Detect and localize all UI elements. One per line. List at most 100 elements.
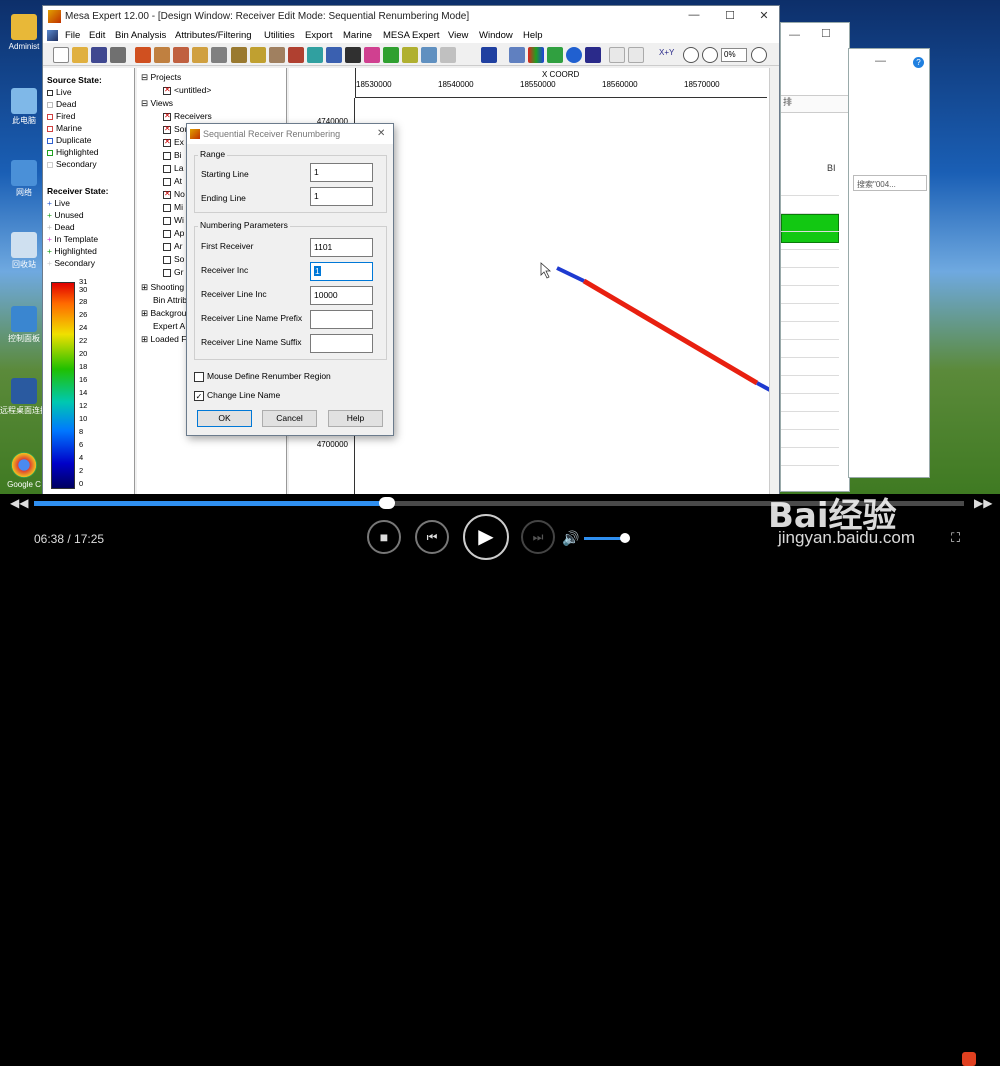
desktop-icon-google-chrome[interactable]: Google C — [0, 452, 48, 490]
menu-mesa-expert[interactable]: MESA Expert — [383, 30, 440, 41]
tree-node-projects[interactable]: ⊟ Projects — [141, 72, 181, 83]
layer-icon[interactable] — [250, 47, 266, 63]
next-button[interactable]: ⏭ — [521, 520, 555, 554]
rose-icon[interactable] — [547, 47, 563, 63]
help-icon[interactable]: ? — [913, 57, 924, 68]
vertical-scrollbar[interactable] — [769, 68, 779, 494]
volume-icon[interactable]: 🔊 — [562, 530, 579, 547]
desktop-icon-recycle-bin[interactable]: 回收站 — [0, 232, 48, 270]
xy-toggle-button[interactable]: X+Y — [659, 48, 674, 57]
menu-attributes-filtering[interactable]: Attributes/Filtering — [175, 30, 252, 41]
zoom-in-icon[interactable] — [702, 47, 718, 63]
bin-icon[interactable] — [231, 47, 247, 63]
play-button[interactable]: ▶ — [463, 514, 509, 560]
minimize-button[interactable]: — — [679, 9, 709, 25]
measure-icon[interactable] — [307, 47, 323, 63]
window-maximize-icon[interactable]: ☐ — [821, 27, 831, 40]
menu-edit[interactable]: Edit — [89, 30, 105, 41]
grid-icon[interactable] — [211, 47, 227, 63]
tree-view-item[interactable]: So — [163, 254, 184, 264]
menu-marine[interactable]: Marine — [343, 30, 372, 41]
menu-view[interactable]: View — [448, 30, 468, 41]
stop-button[interactable]: ■ — [367, 520, 401, 554]
maximize-button[interactable]: ☐ — [715, 9, 745, 25]
close-button[interactable]: ✕ — [749, 9, 779, 25]
tree-view-item[interactable]: Receivers — [163, 111, 212, 121]
tree-view-item[interactable]: La — [163, 163, 183, 173]
mouse-define-checkbox[interactable]: Mouse Define Renumber Region — [194, 371, 331, 382]
map-icon[interactable] — [585, 47, 601, 63]
tree-view-item[interactable]: Ap — [163, 228, 184, 238]
desktop-icon-control-panel[interactable]: 控制面板 — [0, 306, 48, 344]
receiver-inc-input[interactable]: 1 — [310, 262, 373, 281]
desktop-icon-this-pc[interactable]: 此电脑 — [0, 88, 48, 126]
globe-icon[interactable] — [566, 47, 582, 63]
histogram-icon[interactable] — [528, 47, 544, 63]
add-point-icon[interactable] — [509, 47, 525, 63]
ok-button[interactable]: OK — [197, 410, 252, 427]
desktop-icon-network[interactable]: 网络 — [0, 160, 48, 198]
window-minimize-icon[interactable]: — — [789, 29, 800, 41]
tree-node-background[interactable]: ⊞ Backgrou — [141, 308, 186, 319]
move-icon[interactable] — [383, 47, 399, 63]
tree-node-bin-attrib[interactable]: Bin Attrib — [153, 295, 187, 305]
cancel-button[interactable]: Cancel — [262, 410, 317, 427]
save-icon[interactable] — [91, 47, 107, 63]
tree-node-expert[interactable]: Expert A — [153, 321, 185, 331]
filter-icon[interactable] — [481, 47, 497, 63]
first-receiver-input[interactable]: 1101 — [310, 238, 373, 257]
window-minimize-icon[interactable]: — — [875, 55, 886, 67]
fast-forward-icon[interactable]: ▶▶ — [974, 496, 992, 510]
fold-icon[interactable] — [345, 47, 361, 63]
tree-view-item[interactable]: At — [163, 176, 182, 186]
tree-view-item[interactable]: Mi — [163, 202, 183, 212]
zoom-out-icon[interactable] — [683, 47, 699, 63]
open-icon[interactable] — [72, 47, 88, 63]
menu-help[interactable]: Help — [523, 30, 543, 41]
new-icon[interactable] — [53, 47, 69, 63]
desktop-icon-admin[interactable]: Administ — [0, 14, 48, 52]
tree-node-shooting[interactable]: ⊞ Shooting — [141, 282, 184, 293]
print-icon[interactable] — [110, 47, 126, 63]
polygon-icon[interactable] — [326, 47, 342, 63]
menu-bin-analysis[interactable]: Bin Analysis — [115, 30, 166, 41]
tree-view-item[interactable]: Ar — [163, 241, 183, 251]
template-edit-icon[interactable] — [173, 47, 189, 63]
draw-icon[interactable] — [288, 47, 304, 63]
desktop-icon-remote-desktop[interactable]: 远程桌面连接 — [0, 378, 48, 416]
rotate-icon[interactable] — [421, 47, 437, 63]
receiver-edit-icon[interactable] — [135, 47, 151, 63]
select-icon[interactable] — [440, 47, 456, 63]
menu-utilities[interactable]: Utilities — [264, 30, 295, 41]
menu-window[interactable]: Window — [479, 30, 513, 41]
change-line-name-checkbox[interactable]: ✓ Change Line Name — [194, 390, 280, 401]
search-input[interactable]: 搜索"004... — [853, 175, 927, 191]
tree-view-item[interactable]: Gr — [163, 267, 183, 277]
zoom-box-icon[interactable] — [628, 47, 644, 63]
receiver-line-inc-input[interactable]: 10000 — [310, 286, 373, 305]
suffix-input[interactable] — [310, 334, 373, 353]
tree-view-item[interactable]: Wi — [163, 215, 184, 225]
zoom-fit-icon[interactable] — [751, 47, 767, 63]
prefix-input[interactable] — [310, 310, 373, 329]
help-button[interactable]: Help — [328, 410, 383, 427]
rewind-icon[interactable]: ◀◀ — [10, 496, 28, 510]
dialog-close-button[interactable]: ✕ — [377, 128, 385, 139]
previous-button[interactable]: ⏮ — [415, 520, 449, 554]
source-edit-icon[interactable] — [154, 47, 170, 63]
starting-line-input[interactable]: 1 — [310, 163, 373, 182]
zoom-percent-input[interactable]: 0% — [721, 48, 747, 62]
menu-export[interactable]: Export — [305, 30, 332, 41]
progress-knob[interactable] — [379, 497, 396, 509]
tree-node-loaded[interactable]: ⊞ Loaded F — [141, 334, 186, 345]
snap-icon[interactable] — [402, 47, 418, 63]
tree-node-untitled[interactable]: <untitled> — [163, 85, 211, 95]
pan-icon[interactable] — [609, 47, 625, 63]
crop-icon[interactable] — [269, 47, 285, 63]
tree-view-item[interactable]: Bi — [163, 150, 182, 160]
ending-line-input[interactable]: 1 — [310, 187, 373, 206]
menu-file[interactable]: File — [65, 30, 80, 41]
tree-view-item[interactable]: Ex — [163, 137, 184, 147]
offset-icon[interactable] — [364, 47, 380, 63]
tree-node-views[interactable]: ⊟ Views — [141, 98, 173, 109]
